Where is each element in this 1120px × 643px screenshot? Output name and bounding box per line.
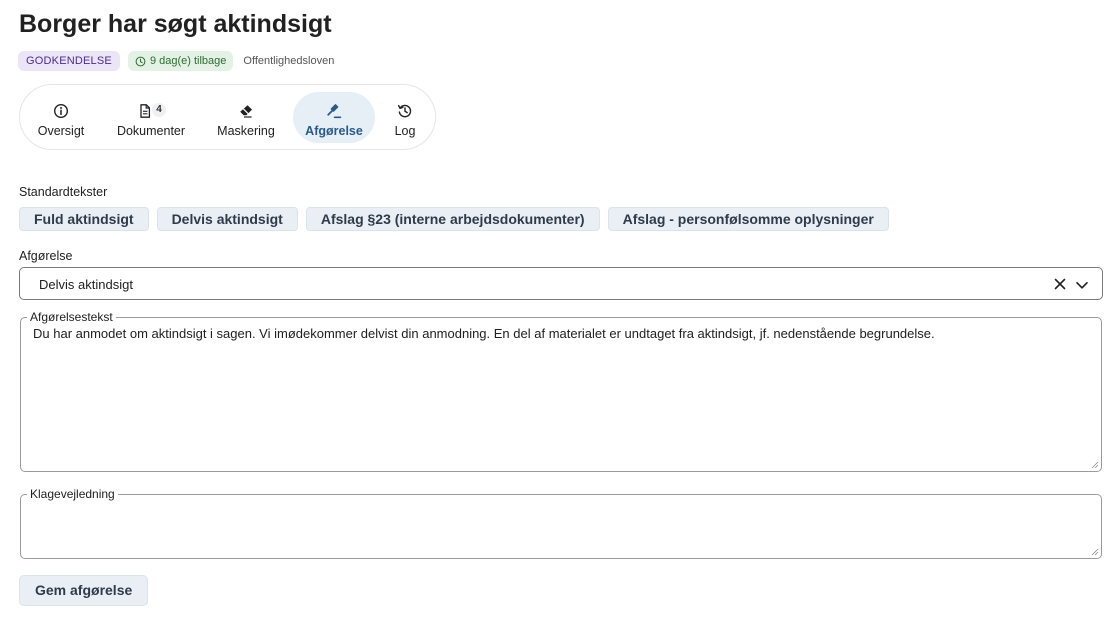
appeal-guidance-field[interactable]: Klagevejledning [20, 486, 1102, 559]
standard-text-button-refusal-23[interactable]: Afslag §23 (interne arbejdsdokumenter) [305, 207, 600, 231]
tab-label: Log [394, 124, 416, 138]
case-chips: GODKENDELSE 9 dag(e) tilbage Offentlighe… [18, 51, 336, 71]
tab-log[interactable]: Log [385, 92, 425, 143]
standard-text-button-refusal-personal[interactable]: Afslag - personfølsomme oplysninger [607, 207, 889, 231]
decision-text-label: Afgørelsestekst [27, 309, 116, 325]
deadline-badge: 9 dag(e) tilbage [127, 51, 234, 71]
clock-icon [135, 56, 146, 66]
tab-label: Maskering [217, 124, 275, 138]
info-icon [53, 100, 69, 122]
resize-handle-icon[interactable] [1091, 548, 1099, 556]
gavel-icon [326, 100, 342, 122]
tab-bar: Oversigt 4 Dokumenter Maskering Afgørels… [19, 84, 436, 150]
standard-texts-label: Standardtekster [19, 185, 108, 199]
document-count-badge: 4 [152, 103, 166, 117]
tab-dokumenter[interactable]: 4 Dokumenter [109, 92, 193, 143]
eraser-icon [238, 100, 254, 122]
decision-label: Afgørelse [19, 249, 73, 263]
law-label: Offentlighedsloven [243, 55, 335, 67]
standard-text-button-full[interactable]: Fuld aktindsigt [19, 207, 149, 231]
tab-afgoerelse[interactable]: Afgørelse [293, 92, 375, 143]
decision-select-value: Delvis aktindsigt [39, 277, 133, 292]
resize-handle-icon[interactable] [1091, 461, 1099, 469]
tab-label: Dokumenter [116, 124, 186, 138]
decision-text-value[interactable]: Du har anmodet om aktindsigt i sagen. Vi… [33, 326, 1089, 342]
status-badge: GODKENDELSE [18, 51, 120, 71]
deadline-text: 9 dag(e) tilbage [149, 55, 227, 67]
standard-text-button-partial[interactable]: Delvis aktindsigt [156, 207, 298, 231]
case-decision-page: Borger har søgt aktindsigt GODKENDELSE 9… [0, 0, 1120, 643]
tab-maskering[interactable]: Maskering [209, 92, 283, 143]
standard-texts-row: Fuld aktindsigt Delvis aktindsigt Afslag… [19, 207, 889, 231]
tab-label: Oversigt [37, 124, 85, 138]
save-decision-button[interactable]: Gem afgørelse [19, 575, 149, 606]
tab-oversigt[interactable]: Oversigt [29, 92, 93, 143]
decision-text-field[interactable]: Afgørelsestekst Du har anmodet om aktind… [20, 309, 1102, 472]
history-icon [397, 100, 413, 122]
page-title: Borger har søgt aktindsigt [19, 10, 332, 38]
decision-select[interactable]: Delvis aktindsigt [19, 267, 1103, 300]
chevron-down-icon[interactable] [1075, 278, 1089, 292]
appeal-guidance-label: Klagevejledning [27, 486, 118, 502]
document-icon: 4 [131, 100, 171, 122]
clear-icon[interactable] [1053, 277, 1067, 291]
tab-label: Afgørelse [305, 124, 363, 138]
